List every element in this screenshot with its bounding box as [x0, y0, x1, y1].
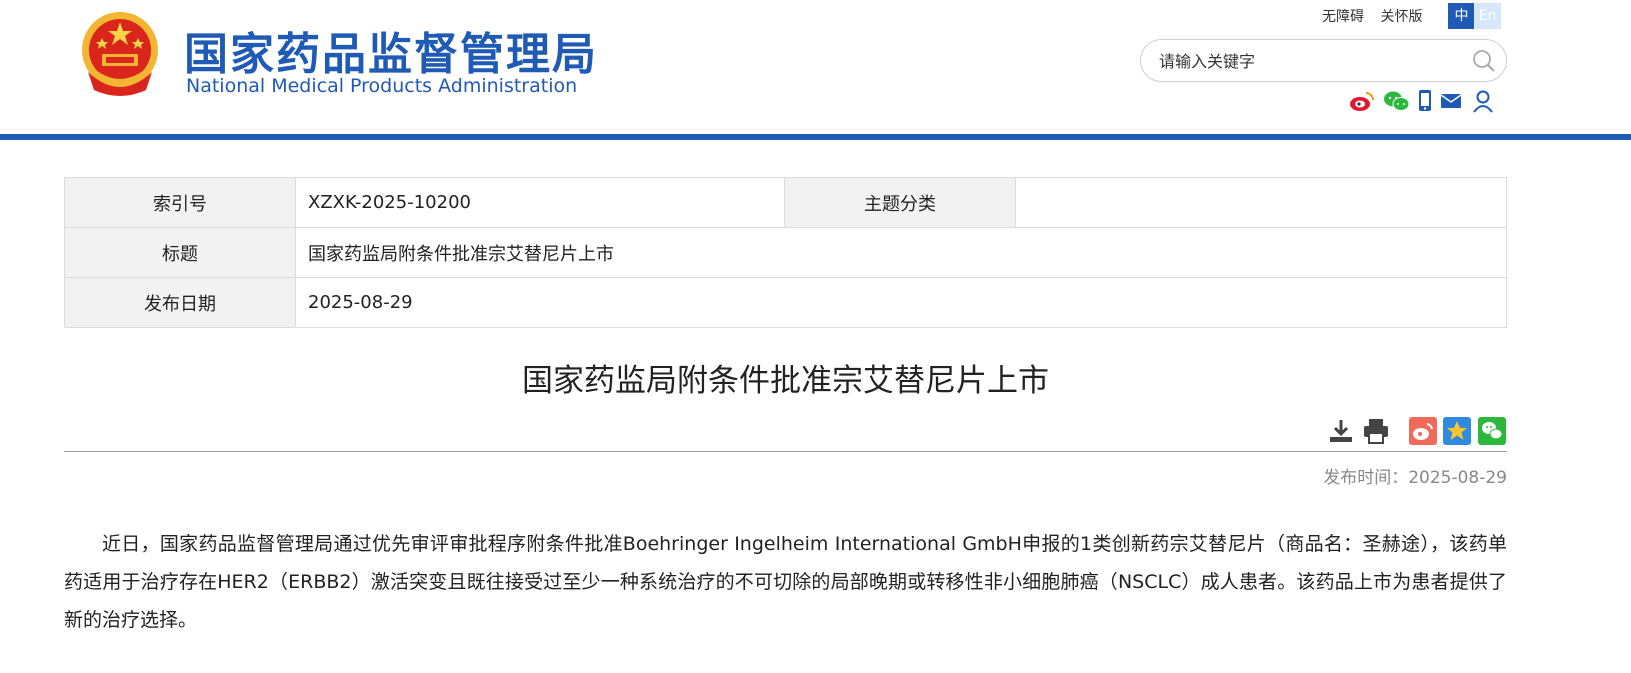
site-header: 国家药品监督管理局 National Medical Products Admi… [0, 0, 1631, 134]
share-qzone-icon[interactable] [1443, 417, 1471, 445]
title-label: 标题 [64, 227, 296, 278]
share-wechat-icon[interactable] [1478, 417, 1506, 445]
search-icon[interactable] [1472, 49, 1496, 73]
title-value: 国家药监局附条件批准宗艾替尼片上市 [295, 227, 1507, 278]
mobile-icon[interactable] [1418, 89, 1432, 113]
index-label: 索引号 [64, 177, 296, 228]
article-title: 国家药监局附条件批准宗艾替尼片上市 [522, 363, 1049, 399]
share-weibo-icon[interactable] [1409, 417, 1437, 445]
table-row: 标题 国家药监局附条件批准宗艾替尼片上市 [64, 227, 1507, 278]
accessibility-link[interactable]: 无障碍 [1322, 9, 1364, 25]
date-label: 发布日期 [64, 277, 296, 328]
elder-mode-link[interactable]: 关怀版 [1380, 9, 1422, 25]
mail-icon[interactable] [1440, 89, 1462, 113]
download-icon[interactable] [1327, 417, 1355, 445]
weibo-icon[interactable] [1349, 89, 1375, 113]
category-value [1015, 177, 1507, 228]
top-links: 无障碍 关怀版 [1322, 6, 1434, 26]
article-body: 近日，国家药品监督管理局通过优先审评审批程序附条件批准Boehringer In… [64, 533, 1507, 631]
publish-time: 发布时间：2025-08-29 [1323, 468, 1507, 488]
header-divider [0, 134, 1631, 140]
user-icon[interactable] [1472, 89, 1494, 113]
search-input[interactable] [1159, 48, 1469, 74]
site-logo-title[interactable]: 国家药品监督管理局 [184, 18, 598, 82]
lang-zh-button[interactable]: 中 [1448, 3, 1475, 29]
lang-en-button[interactable]: En [1474, 3, 1501, 29]
search-box [1140, 39, 1507, 82]
table-row: 发布日期 2025-08-29 [64, 277, 1507, 328]
info-table: 索引号 XZXK-2025-10200 主题分类 标题 国家药监局附条件批准宗艾… [64, 177, 1507, 328]
national-emblem-icon[interactable] [80, 10, 160, 98]
date-value: 2025-08-29 [295, 277, 1507, 328]
site-logo-subtitle[interactable]: National Medical Products Administration [186, 75, 577, 97]
index-value: XZXK-2025-10200 [295, 177, 785, 228]
table-row: 索引号 XZXK-2025-10200 主题分类 [64, 177, 1507, 228]
category-label: 主题分类 [784, 177, 1016, 228]
wechat-icon[interactable] [1383, 89, 1410, 113]
print-icon[interactable] [1362, 417, 1390, 445]
article-divider [64, 451, 1507, 452]
